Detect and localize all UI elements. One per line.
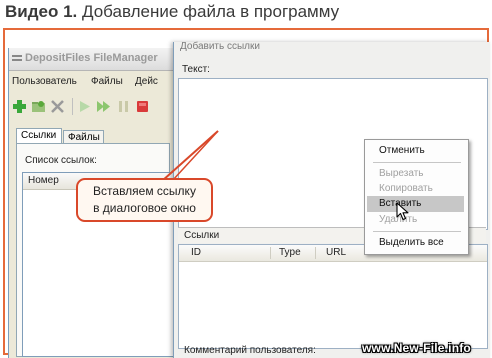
main-window-titlebar[interactable]: DepositFiles FileManager <box>9 48 174 71</box>
toolbar-separator <box>72 98 73 115</box>
text-label: Текст: <box>182 64 210 75</box>
column-id[interactable]: ID <box>191 247 201 258</box>
add-button[interactable] <box>11 98 28 115</box>
column-separator[interactable] <box>315 247 316 259</box>
menu-actions[interactable]: Дейс <box>135 76 158 87</box>
menu-item-copy[interactable]: Копировать <box>367 181 464 197</box>
links-list-label: Список ссылок: <box>25 155 97 166</box>
callout-line-2: в диалоговое окно <box>93 201 196 215</box>
fast-forward-icon <box>97 101 110 112</box>
menu-user[interactable]: Пользователь <box>12 76 77 87</box>
menu-item-undo[interactable]: Отменить <box>367 143 464 159</box>
menu-item-paste[interactable]: Вставить <box>367 196 464 212</box>
column-url[interactable]: URL <box>326 247 346 258</box>
menu-separator <box>373 231 461 232</box>
pause-icon <box>119 101 128 112</box>
open-folder-button[interactable] <box>30 98 47 115</box>
delete-icon <box>51 100 64 113</box>
folder-icon <box>32 101 45 112</box>
menu-item-delete[interactable]: Удалить <box>367 212 464 228</box>
menu-separator <box>373 162 461 163</box>
video-caption: Видео 1. Добавление файла в программу <box>5 2 339 22</box>
caption-prefix: Видео 1. <box>5 2 78 21</box>
main-window-title: DepositFiles FileManager <box>25 52 158 64</box>
add-icon <box>13 100 26 113</box>
callout-line-1: Вставляем ссылку <box>93 184 196 198</box>
column-type[interactable]: Type <box>279 247 301 258</box>
stop-button[interactable] <box>134 98 151 115</box>
links-label: Ссылки <box>184 230 220 241</box>
links-table[interactable]: ID Type URL <box>178 244 488 349</box>
instruction-callout: Вставляем ссылку в диалоговое окно <box>76 178 213 222</box>
app-icon <box>12 55 22 61</box>
menu-item-select-all[interactable]: Выделить все <box>367 235 464 251</box>
start-all-button[interactable] <box>95 98 112 115</box>
pause-button[interactable] <box>115 98 132 115</box>
menu-files[interactable]: Файлы <box>91 76 123 87</box>
delete-button[interactable] <box>49 98 66 115</box>
column-number[interactable]: Номер <box>28 175 59 186</box>
context-menu: Отменить Вырезать Копировать Вставить Уд… <box>364 139 469 255</box>
dialog-title: Добавить ссылки <box>180 41 260 52</box>
caption-text: Добавление файла в программу <box>82 2 340 21</box>
callout-pointer <box>161 130 219 182</box>
menu-bar: Пользователь Файлы Дейс <box>9 73 174 91</box>
comment-label: Комментарий пользователя: <box>184 345 316 356</box>
mouse-cursor-icon <box>396 202 409 221</box>
callout-text: Вставляем ссылку в диалоговое окно <box>78 183 211 217</box>
column-separator[interactable] <box>270 247 271 259</box>
toolbar <box>9 95 174 119</box>
menu-item-cut[interactable]: Вырезать <box>367 166 464 182</box>
stop-icon <box>137 101 148 112</box>
watermark: www.New-File.info <box>362 341 471 355</box>
start-button[interactable] <box>76 98 93 115</box>
play-icon <box>80 101 90 112</box>
tab-links[interactable]: Ссылки <box>16 128 62 143</box>
